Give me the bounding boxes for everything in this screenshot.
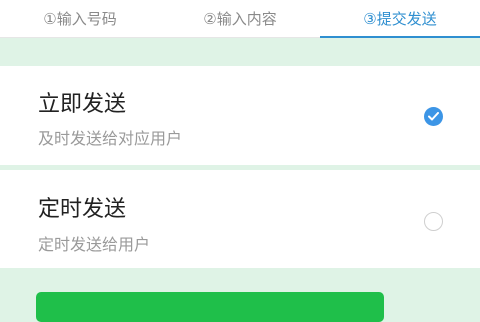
tab-enter-content[interactable]: ②输入内容 — [160, 0, 320, 37]
scheduled-send-description: 定时发送给用户 — [38, 235, 151, 254]
tab-submit-send[interactable]: ③提交发送 — [320, 0, 480, 38]
scheduled-send-title: 定时发送 — [38, 197, 127, 222]
checkmark-icon — [428, 112, 439, 121]
send-now-description: 及时发送给对应用户 — [38, 129, 183, 148]
send-now-title: 立即发送 — [38, 92, 127, 117]
send-now-radio[interactable] — [424, 107, 443, 126]
send-now-option[interactable]: 立即发送 及时发送给对应用户 — [0, 66, 480, 165]
tab-enter-number[interactable]: ①输入号码 — [0, 0, 160, 37]
scheduled-send-radio[interactable] — [424, 212, 443, 231]
step-tabs: ①输入号码 ②输入内容 ③提交发送 — [0, 0, 480, 38]
submit-button[interactable] — [36, 292, 384, 322]
scheduled-send-option[interactable]: 定时发送 定时发送给用户 — [0, 170, 480, 268]
